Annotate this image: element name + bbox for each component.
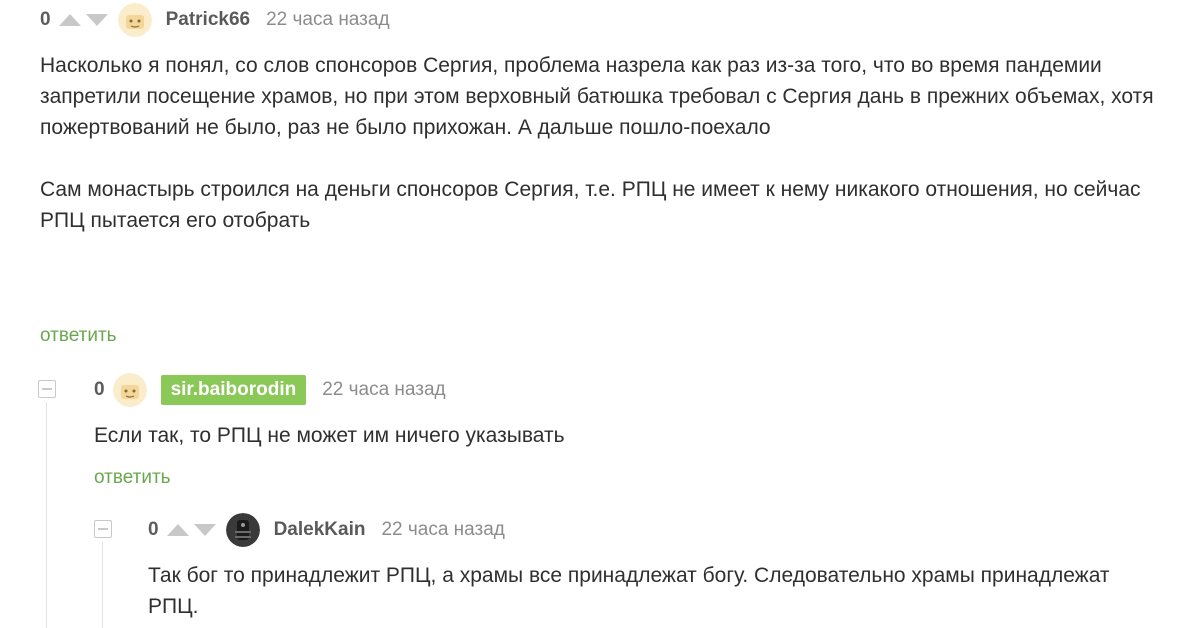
- comment-paragraph: Так бог то принадлежит РПЦ, а храмы все …: [148, 564, 1110, 618]
- comment-body: Так бог то принадлежит РПЦ, а храмы все …: [148, 560, 1148, 622]
- username[interactable]: Patrick66: [166, 9, 251, 31]
- comment-rating: 0: [148, 519, 159, 540]
- comment-rating: 0: [94, 379, 105, 400]
- avatar[interactable]: [112, 373, 147, 407]
- comment-header: 0 sir.baiborodin 22 часа назад: [94, 372, 446, 408]
- avatar[interactable]: [117, 3, 152, 37]
- timestamp[interactable]: 22 часа назад: [266, 9, 389, 31]
- collapse-thread-button[interactable]: [38, 380, 56, 398]
- avatar[interactable]: [225, 513, 260, 547]
- timestamp[interactable]: 22 часа назад: [322, 379, 445, 401]
- username[interactable]: sir.baiborodin: [160, 375, 307, 405]
- comment-header: 0 DalekKain 22 часа назад: [148, 512, 505, 548]
- username[interactable]: DalekKain: [274, 519, 366, 541]
- comment-paragraph: Насколько я понял, со слов спонсоров Сер…: [40, 54, 1154, 139]
- comment-body: Если так, то РПЦ не может им ничего указ…: [94, 420, 1174, 451]
- comment-rating: 0: [40, 9, 51, 30]
- vote-down-icon[interactable]: [85, 14, 108, 26]
- comment-paragraph: Сам монастырь строился на деньги спонсор…: [40, 178, 1141, 232]
- comment-header: 0 Patrick66 22 часа назад: [40, 2, 390, 38]
- vote-up-icon[interactable]: [166, 524, 189, 536]
- collapse-thread-button[interactable]: [94, 520, 112, 538]
- comment-paragraph: Если так, то РПЦ не может им ничего указ…: [94, 424, 565, 447]
- reply-link[interactable]: ответить: [94, 467, 171, 489]
- comments-page: 0 Patrick66 22 часа назад Насколько я по…: [0, 0, 1200, 628]
- timestamp[interactable]: 22 часа назад: [381, 519, 504, 541]
- thread-line: [102, 542, 103, 628]
- comment-body: Насколько я понял, со слов спонсоров Сер…: [40, 50, 1170, 236]
- thread-line: [46, 402, 47, 628]
- vote-up-icon[interactable]: [58, 14, 81, 26]
- vote-down-icon[interactable]: [193, 524, 216, 536]
- reply-link[interactable]: ответить: [40, 325, 117, 347]
